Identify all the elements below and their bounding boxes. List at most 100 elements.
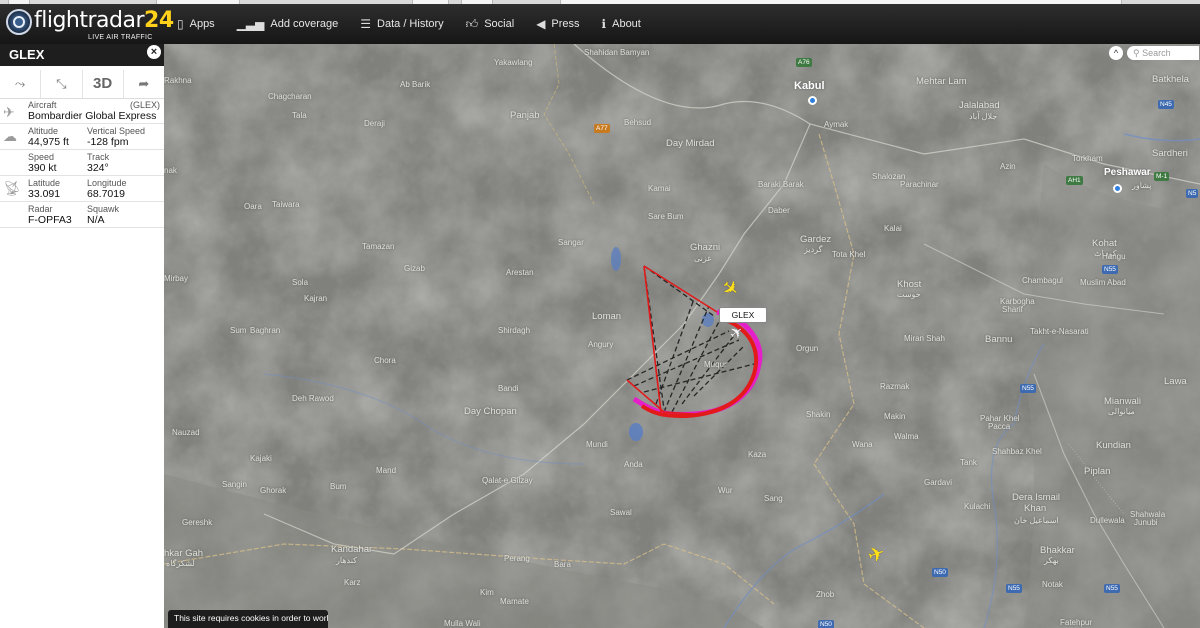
vertical-speed-value: -128 fpm bbox=[87, 136, 129, 148]
label-parachinar: Parachinar bbox=[900, 180, 939, 189]
label-aymak: Aymak bbox=[824, 120, 849, 129]
road-shield-n5: N5 bbox=[1186, 189, 1199, 198]
road-shield-n55-2: N55 bbox=[1020, 384, 1036, 393]
label-day-chopan: Day Chopan bbox=[464, 406, 517, 417]
label-lashkar-gah: hkar Gah bbox=[164, 548, 204, 559]
label-muslim-abad: Muslim Abad bbox=[1080, 278, 1126, 287]
label-sare-bum: Sare Bum bbox=[648, 212, 684, 221]
label-shirdagh: Shirdagh bbox=[498, 326, 531, 335]
longitude-value: 68.7019 bbox=[87, 188, 125, 200]
label-anda: Anda bbox=[624, 460, 643, 469]
radar-logo-icon bbox=[6, 9, 32, 35]
label-mianwali-urdu: میانوالی bbox=[1108, 407, 1135, 416]
label-junubi: Junubi bbox=[1134, 518, 1158, 527]
label-peshawar-urdu: پشاور bbox=[1132, 181, 1152, 190]
label-torkham: Torkham bbox=[1072, 154, 1103, 163]
label-day-mirdad: Day Mirdad bbox=[666, 138, 715, 149]
label-sawal: Sawal bbox=[610, 508, 632, 517]
altitude-row: ☁ Altitude 44,975 ft Vertical Speed -128… bbox=[0, 124, 164, 150]
label-perang: Perang bbox=[504, 554, 530, 563]
label-dera-ismail-khan: Dera Ismail bbox=[1012, 492, 1061, 503]
kabul-airport-pin[interactable] bbox=[808, 96, 817, 105]
road-shield-m1: M-1 bbox=[1154, 172, 1170, 181]
nav-add-coverage[interactable]: ▁▃▅ Add coverage bbox=[226, 4, 350, 44]
label-chagcharan: Chagcharan bbox=[268, 92, 312, 101]
thumbs-up-icon: 👍︎ bbox=[465, 16, 479, 31]
label-wana: Wana bbox=[852, 440, 873, 449]
signal-bars-icon: ▁▃▅ bbox=[236, 17, 265, 31]
speed-row: Speed 390 kt Track 324° bbox=[0, 150, 164, 176]
peshawar-airport-pin[interactable] bbox=[1113, 184, 1122, 193]
label-tank: Tank bbox=[960, 458, 977, 467]
label-makin: Makin bbox=[884, 412, 906, 421]
label-sangar: Sangar bbox=[558, 238, 584, 247]
megaphone-icon: ◀ bbox=[536, 17, 546, 31]
cloud-icon: ☁ bbox=[3, 128, 17, 144]
road-shield-n50-2: N50 bbox=[818, 620, 834, 628]
label-azin: Azin bbox=[1000, 162, 1016, 171]
flight-label-tag[interactable]: GLEX bbox=[719, 307, 767, 323]
altitude-value: 44,975 ft bbox=[28, 136, 69, 148]
airplane-icon: ✈ bbox=[3, 104, 15, 120]
label-tota-khel: Tota Khel bbox=[832, 250, 866, 259]
speed-label: Speed bbox=[28, 152, 55, 162]
label-takht-e-nasarati: Takht-e-Nasarati bbox=[1030, 327, 1089, 336]
label-qalat: Qalat-e Gilzay bbox=[482, 476, 533, 485]
label-sola: Sola bbox=[292, 278, 309, 287]
cookie-notice[interactable]: This site requires cookies in order to w… bbox=[168, 610, 328, 628]
nav-about[interactable]: ℹ About bbox=[591, 4, 652, 44]
nav-apps[interactable]: ▯ Apps bbox=[166, 4, 226, 44]
label-piplan: Piplan bbox=[1084, 466, 1111, 477]
label-mirbay: Mirbay bbox=[164, 274, 189, 283]
label-notak: Notak bbox=[1042, 580, 1063, 589]
label-zhob: Zhob bbox=[816, 590, 835, 599]
aircraft-name: Bombardier Global Express bbox=[28, 110, 157, 122]
flightradar24-logo[interactable]: flightradar24 LIVE AIR TRAFFIC bbox=[6, 7, 174, 43]
aircraft-row: ✈ Aircraft (GLEX) Bombardier Global Expr… bbox=[0, 100, 164, 124]
label-batkhela: Batkhela bbox=[1152, 74, 1189, 85]
label-dera-ismail-khan-2: Khan bbox=[1024, 503, 1047, 514]
label-bandi: Bandi bbox=[498, 384, 519, 393]
road-shield-n45: N45 bbox=[1158, 100, 1174, 109]
label-lawa: Lawa bbox=[1164, 376, 1187, 387]
close-icon[interactable]: × bbox=[147, 45, 161, 59]
nav-press[interactable]: ◀ Press bbox=[525, 4, 590, 44]
nav-data-history[interactable]: ☰ Data / History bbox=[349, 4, 454, 44]
altitude-label: Altitude bbox=[28, 126, 59, 136]
main-menu: ▯ Apps ▁▃▅ Add coverage ☰ Data / History 👍︎… bbox=[166, 4, 652, 44]
label-kim: Kim bbox=[480, 588, 494, 597]
label-bara: Bara bbox=[554, 560, 571, 569]
label-kandahar: Kandahar bbox=[331, 544, 373, 555]
label-dullewala: Dullewala bbox=[1090, 516, 1125, 525]
label-deh-rawod: Deh Rawod bbox=[292, 394, 334, 403]
nav-social[interactable]: 👍︎ Social bbox=[455, 4, 526, 44]
label-kohat: Kohat bbox=[1092, 238, 1117, 249]
road-shield-n55: N55 bbox=[1102, 265, 1118, 274]
database-icon: ☰ bbox=[360, 17, 372, 31]
label-pacca: Pacca bbox=[988, 422, 1011, 431]
search-input[interactable]: ⚲ Search bbox=[1127, 46, 1199, 60]
label-yakawlang: Yakawlang bbox=[494, 58, 533, 67]
fit-zoom-icon[interactable]: ⤡ bbox=[41, 70, 83, 98]
label-kajran: Kajran bbox=[304, 294, 328, 303]
longitude-label: Longitude bbox=[87, 178, 127, 188]
label-kandahar-urdu: کندهار bbox=[336, 556, 357, 565]
label-chora: Chora bbox=[374, 356, 396, 365]
label-loman: Loman bbox=[592, 311, 622, 322]
panel-toolbar: ⤳ ⤡ 3D ➦ bbox=[0, 70, 164, 99]
latitude-label: Latitude bbox=[28, 178, 61, 188]
aircraft-code: (GLEX) bbox=[130, 100, 161, 110]
flight-map[interactable]: Kabul Jalalabad جلال آباد Mehtar Lam Pes… bbox=[164, 44, 1200, 628]
label-baraki-barak: Baraki Barak bbox=[758, 180, 804, 189]
chevron-up-icon[interactable]: ^ bbox=[1109, 46, 1123, 60]
share-icon[interactable]: ➦ bbox=[124, 70, 164, 98]
3d-view-button[interactable]: 3D bbox=[83, 70, 124, 98]
label-ab-barik: Ab Barik bbox=[400, 80, 431, 89]
position-row: 📡︎ Latitude 33.091 Longitude 68.7019 bbox=[0, 176, 164, 202]
label-kabul: Kabul bbox=[794, 80, 825, 92]
label-rakhna: Rakhna bbox=[164, 76, 192, 85]
speed-value: 390 kt bbox=[28, 162, 57, 174]
label-jalalabad-urdu: جلال آباد bbox=[969, 112, 998, 121]
label-karz: Karz bbox=[344, 578, 361, 587]
route-icon[interactable]: ⤳ bbox=[0, 70, 42, 98]
